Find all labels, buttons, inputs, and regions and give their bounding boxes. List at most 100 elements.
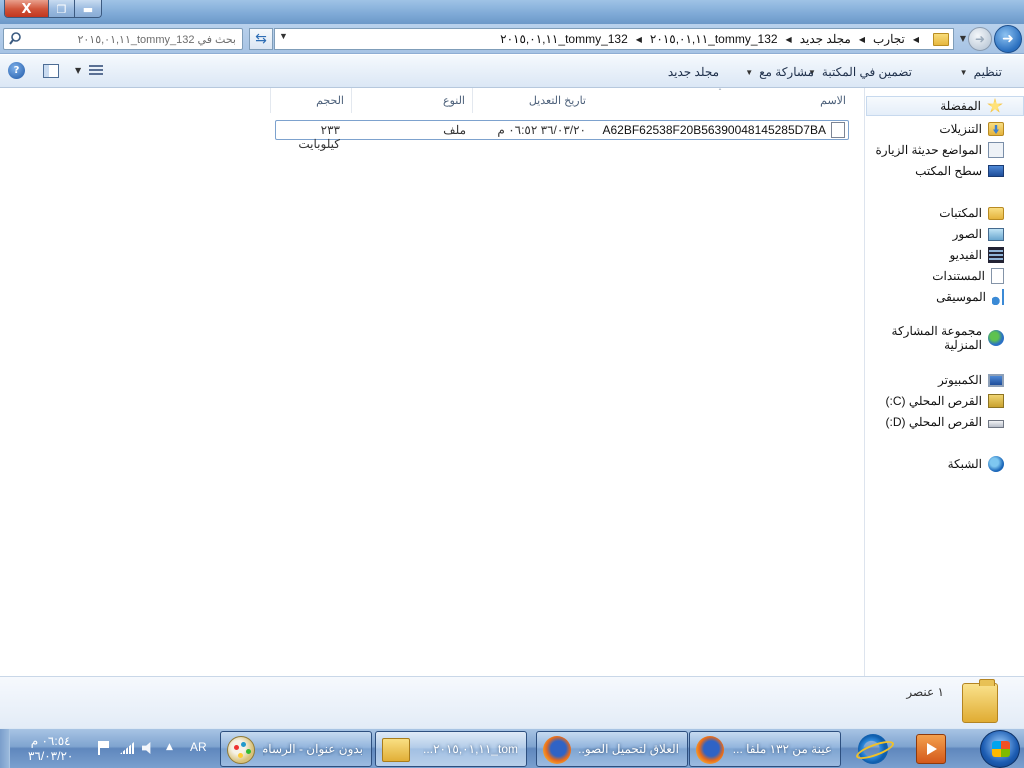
volume-icon[interactable] (142, 742, 151, 754)
column-header-label: الاسم (820, 95, 846, 107)
new-folder-button[interactable]: مجلد جديد (668, 65, 719, 79)
address-row: بحث في tommy_132_٢٠١٥,٠١,١١ ⇆ ◀ تجارب ◀ … (0, 24, 1024, 54)
include-in-library-button[interactable]: تضمين في المكتبة ▼ (808, 65, 912, 79)
chevron-left-icon[interactable]: ◀ (636, 35, 642, 44)
nav-item-drive-d[interactable]: القرص المحلي (D:) (866, 412, 1024, 432)
language-indicator[interactable]: AR (190, 740, 207, 754)
nav-item-computer[interactable]: الكمبيوتر (866, 370, 1024, 390)
network-icon (988, 456, 1004, 472)
folder-icon (382, 738, 410, 762)
internet-explorer-icon[interactable] (858, 734, 888, 764)
nav-item-pictures[interactable]: الصور (866, 224, 1024, 244)
nav-item-label: المستندات (932, 269, 985, 283)
drive-icon (988, 420, 1004, 428)
taskbar-item-explorer[interactable]: tom_٢٠١٥,٠١,١١... (375, 731, 527, 767)
nav-item-documents[interactable]: المستندات (866, 266, 1024, 286)
column-header-type[interactable]: النوع (351, 88, 471, 113)
sort-ascending-icon: ˆ (718, 88, 722, 97)
minimize-button[interactable]: ▬ (75, 0, 101, 17)
include-in-library-label: تضمين في المكتبة (821, 65, 912, 79)
show-desktop-button[interactable] (0, 729, 10, 768)
file-icon (831, 122, 845, 138)
organize-button[interactable]: تنظيم ▼ (960, 65, 1002, 79)
nav-item-downloads[interactable]: التنزيلات (866, 119, 1024, 139)
nav-item-libraries[interactable]: المكتبات (866, 203, 1024, 223)
paint-icon (227, 736, 255, 764)
view-controls: ? ▼ (8, 62, 104, 79)
network-status-icon[interactable] (120, 742, 134, 754)
show-hidden-icons-icon[interactable]: ▲ (166, 742, 173, 752)
preview-pane-icon[interactable] (43, 63, 59, 78)
nav-item-favorites[interactable]: المفضلة (866, 96, 1024, 116)
taskbar-item-label: العلاق لتحميل الصو... (579, 742, 679, 756)
details-pane: ١ عنصر (0, 676, 1024, 728)
file-list: الاسم ˆ تاريخ التعديل النوع الحجم A62BF6… (0, 88, 864, 676)
close-button[interactable]: X (5, 0, 49, 17)
media-player-icon[interactable] (916, 734, 946, 764)
nav-item-label: القرص المحلي (D:) (885, 415, 982, 429)
firefox-icon (543, 736, 571, 764)
help-icon[interactable]: ? (8, 62, 25, 79)
maximize-button[interactable]: ❐ (49, 0, 75, 17)
documents-icon (991, 268, 1004, 284)
system-tray: AR ▲ ٠٦:٥٤ م ٣٦/٠٣/٢٠ (14, 729, 214, 768)
nav-item-desktop[interactable]: سطح المكتب (866, 161, 1024, 181)
computer-icon (988, 373, 1004, 387)
address-bar[interactable]: ◀ تجارب ◀ مجلد جديد ◀ tommy_132_٢٠١٥,٠١,… (274, 28, 954, 50)
chevron-left-icon[interactable]: ◀ (913, 35, 919, 44)
nav-item-homegroup[interactable]: مجموعة المشاركة المنزلية (866, 324, 1024, 352)
star-icon (987, 98, 1003, 113)
breadcrumb-item[interactable]: tommy_132_٢٠١٥,٠١,١١ (500, 32, 628, 46)
nav-item-recent-places[interactable]: المواضع حديثة الزيارة (866, 140, 1024, 160)
breadcrumb-item[interactable]: tommy_132_٢٠١٥,٠١,١١ (650, 32, 778, 46)
address-dropdown-icon[interactable]: ▼ (279, 31, 288, 41)
nav-item-label: المكتبات (939, 206, 982, 220)
folder-icon (933, 32, 949, 46)
file-size: ٢٣٣ كيلوبايت (298, 123, 340, 151)
clock-date: ٣٦/٠٣/٢٠ (28, 749, 74, 763)
nav-item-drive-c[interactable]: القرص المحلي (C:) (866, 391, 1024, 411)
dropdown-arrow-icon: ▼ (959, 67, 968, 77)
clock[interactable]: ٠٦:٥٤ م ٣٦/٠٣/٢٠ (28, 734, 73, 764)
system-drive-icon (988, 394, 1004, 408)
item-count: ١ عنصر (906, 685, 944, 699)
nav-item-label: الفيديو (949, 248, 982, 262)
nav-item-label: التنزيلات (939, 122, 982, 136)
chevron-left-icon[interactable]: ◀ (786, 35, 792, 44)
forward-button[interactable]: ➜ (968, 27, 992, 51)
navigation-pane: المفضلة التنزيلات المواضع حديثة الزيارة … (864, 88, 1024, 676)
breadcrumb-item[interactable]: تجارب (873, 32, 905, 46)
action-center-flag-icon[interactable] (98, 741, 110, 755)
nav-item-label: المفضلة (940, 99, 981, 113)
chevron-left-icon[interactable]: ◀ (859, 35, 865, 44)
recent-pages-dropdown-icon[interactable]: ▼ (960, 34, 966, 43)
nav-item-label: الكمبيوتر (938, 373, 982, 387)
share-with-label: مشاركة مع (759, 65, 814, 79)
nav-item-videos[interactable]: الفيديو (866, 245, 1024, 265)
breadcrumb-item[interactable]: مجلد جديد (800, 32, 851, 46)
recent-places-icon (988, 142, 1004, 158)
window-controls: X ❐ ▬ (4, 0, 102, 18)
taskbar-item-firefox-1[interactable]: عينة من ١٣٢ ملفا ... (689, 731, 841, 767)
column-header-date-modified[interactable]: تاريخ التعديل (472, 88, 592, 113)
share-with-button[interactable]: مشاركة مع ▼ (745, 65, 814, 79)
nav-item-label: سطح المكتب (915, 164, 982, 178)
taskbar-item-firefox-2[interactable]: العلاق لتحميل الصو... (536, 731, 688, 767)
nav-item-music[interactable]: الموسيقى (866, 287, 1024, 307)
start-button[interactable] (980, 730, 1020, 768)
search-icon[interactable] (9, 32, 21, 46)
column-header-size[interactable]: الحجم (270, 88, 350, 113)
organize-label: تنظيم (973, 65, 1002, 79)
taskbar-item-paint[interactable]: بدون عنوان - الرسام (220, 731, 372, 767)
nav-item-network[interactable]: الشبكة (866, 454, 1024, 474)
details-view-icon (89, 65, 104, 76)
table-row[interactable]: A62BF62538F20B56390048145285D7BA ٣٦/٠٣/٢… (275, 120, 849, 151)
refresh-icon[interactable]: ⇆ (249, 28, 273, 50)
nav-item-label: الموسيقى (936, 290, 986, 304)
change-view-button[interactable]: ▼ (75, 65, 104, 76)
libraries-icon (988, 206, 1004, 220)
taskbar-item-label: tom_٢٠١٥,٠١,١١... (423, 742, 518, 756)
column-header-label: تاريخ التعديل (528, 95, 586, 107)
back-button[interactable]: ➜ (994, 25, 1022, 53)
search-input[interactable]: بحث في tommy_132_٢٠١٥,٠١,١١ (3, 28, 243, 50)
